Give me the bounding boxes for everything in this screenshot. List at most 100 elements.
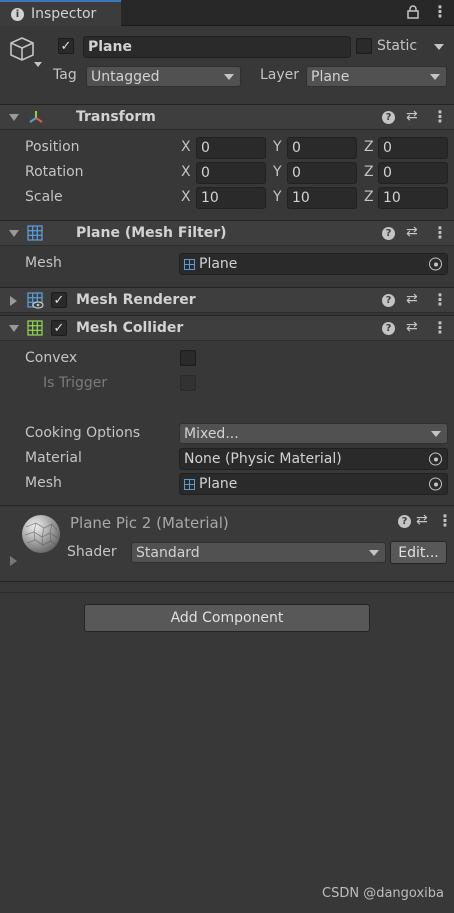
convex-label: Convex — [25, 350, 78, 366]
gameobject-cube-icon[interactable] — [9, 36, 35, 66]
mesh-filter-mesh-label: Mesh — [25, 255, 62, 271]
kebab-menu-icon[interactable]: ⋮ — [432, 4, 448, 20]
check-icon: ✓ — [53, 320, 65, 336]
rotation-y-field[interactable]: 0 — [287, 162, 357, 184]
mesh-renderer-icon — [27, 292, 45, 314]
object-picker-icon[interactable] — [429, 477, 442, 491]
shader-edit-button[interactable]: Edit... — [390, 541, 447, 564]
position-label: Position — [25, 139, 80, 155]
foldout-open-icon[interactable] — [9, 114, 19, 121]
scale-x-axis-label[interactable]: X — [181, 189, 191, 205]
static-label: Static — [377, 38, 418, 54]
tag-dropdown[interactable]: Untagged — [86, 66, 241, 87]
help-icon[interactable]: ? — [382, 111, 395, 124]
lock-icon[interactable] — [407, 5, 419, 22]
rotation-label: Rotation — [25, 164, 84, 180]
tab-inspector[interactable]: i Inspector — [0, 0, 121, 26]
object-picker-icon[interactable] — [429, 452, 442, 466]
check-icon: ✓ — [53, 292, 65, 308]
active-checkbox[interactable]: ✓ — [58, 38, 74, 54]
rotation-x-axis-label[interactable]: X — [181, 164, 191, 180]
mesh-collider-enabled-checkbox[interactable]: ✓ — [51, 320, 67, 336]
mesh-icon — [184, 258, 195, 270]
tag-label: Tag — [53, 67, 77, 83]
presets-icon[interactable]: ⇄ — [406, 319, 418, 335]
shader-value: Standard — [136, 544, 200, 561]
object-picker-icon[interactable] — [429, 257, 442, 271]
mesh-filter-header[interactable]: Plane (Mesh Filter) ? ⇄ ⋮ — [0, 220, 454, 246]
foldout-open-icon[interactable] — [9, 325, 19, 332]
static-checkbox[interactable] — [356, 38, 372, 54]
component-menu-icon[interactable]: ⋮ — [432, 320, 448, 336]
mesh-collider-header[interactable]: ✓ Mesh Collider ? ⇄ ⋮ — [0, 315, 454, 341]
chevron-down-icon — [430, 73, 440, 80]
layer-label: Layer — [260, 67, 300, 83]
presets-icon[interactable]: ⇄ — [406, 108, 418, 124]
position-y-axis-label[interactable]: Y — [273, 139, 282, 155]
transform-axes-icon — [27, 109, 45, 129]
position-y-field[interactable]: 0 — [287, 137, 357, 159]
mesh-collider-mesh-label: Mesh — [25, 475, 62, 491]
transform-header[interactable]: Transform ? ⇄ ⋮ — [0, 104, 454, 130]
shader-label: Shader — [67, 544, 117, 560]
mesh-renderer-header[interactable]: ✓ Mesh Renderer ? ⇄ ⋮ — [0, 287, 454, 313]
icon-dropdown-arrow[interactable] — [34, 62, 42, 67]
material-title: Plane Pic 2 (Material) — [70, 514, 229, 532]
object-name-field[interactable]: Plane — [83, 36, 351, 58]
scale-label: Scale — [25, 189, 63, 205]
object-name-text: Plane — [88, 39, 132, 55]
scale-y-axis-label[interactable]: Y — [273, 189, 282, 205]
component-menu-icon[interactable]: ⋮ — [432, 109, 448, 125]
help-icon[interactable]: ? — [382, 322, 395, 335]
convex-checkbox[interactable] — [180, 350, 196, 366]
add-component-button[interactable]: Add Component — [84, 604, 370, 632]
transform-title: Transform — [76, 109, 156, 125]
rotation-z-field[interactable]: 0 — [378, 162, 448, 184]
foldout-closed-icon[interactable] — [10, 556, 17, 566]
scale-z-axis-label[interactable]: Z — [364, 189, 374, 205]
mesh-icon — [184, 478, 195, 490]
material-sphere-icon[interactable] — [22, 515, 60, 553]
tab-inspector-label: Inspector — [31, 6, 97, 22]
position-z-field[interactable]: 0 — [378, 137, 448, 159]
presets-icon[interactable]: ⇄ — [416, 512, 428, 528]
chevron-down-icon — [369, 549, 379, 556]
mesh-renderer-enabled-checkbox[interactable]: ✓ — [51, 292, 67, 308]
scale-x-field[interactable]: 10 — [196, 187, 266, 209]
component-menu-icon[interactable]: ⋮ — [437, 513, 453, 529]
mesh-filter-icon — [27, 225, 43, 245]
shader-dropdown[interactable]: Standard — [131, 542, 386, 563]
mesh-collider-icon — [27, 320, 43, 340]
cooking-options-value: Mixed... — [184, 425, 239, 442]
mesh-collider-title: Mesh Collider — [76, 320, 184, 336]
position-z-axis-label[interactable]: Z — [364, 139, 374, 155]
layer-dropdown[interactable]: Plane — [306, 66, 447, 87]
mesh-collider-mesh-field[interactable]: Plane — [179, 473, 448, 495]
tab-bar: i Inspector ⋮ — [0, 0, 454, 26]
component-menu-icon[interactable]: ⋮ — [432, 225, 448, 241]
cooking-options-label: Cooking Options — [25, 425, 141, 441]
static-dropdown-arrow[interactable] — [434, 44, 444, 50]
help-icon[interactable]: ? — [382, 227, 395, 240]
help-icon[interactable]: ? — [382, 294, 395, 307]
divider — [0, 581, 454, 582]
position-x-field[interactable]: 0 — [196, 137, 266, 159]
chevron-down-icon — [224, 73, 234, 80]
foldout-open-icon[interactable] — [9, 230, 19, 237]
rotation-y-axis-label[interactable]: Y — [273, 164, 282, 180]
physic-material-field[interactable]: None (Physic Material) — [179, 448, 448, 470]
scale-y-field[interactable]: 10 — [287, 187, 357, 209]
presets-icon[interactable]: ⇄ — [406, 291, 418, 307]
presets-icon[interactable]: ⇄ — [406, 224, 418, 240]
cooking-options-dropdown[interactable]: Mixed... — [179, 423, 448, 444]
component-menu-icon[interactable]: ⋮ — [432, 292, 448, 308]
mesh-filter-mesh-field[interactable]: Plane — [179, 253, 448, 275]
position-x-axis-label[interactable]: X — [181, 139, 191, 155]
foldout-closed-icon[interactable] — [10, 296, 17, 306]
help-icon[interactable]: ? — [398, 515, 411, 528]
scale-z-field[interactable]: 10 — [378, 187, 448, 209]
rotation-x-field[interactable]: 0 — [196, 162, 266, 184]
physic-material-value: None (Physic Material) — [184, 451, 342, 467]
mesh-renderer-title: Mesh Renderer — [76, 292, 196, 308]
rotation-z-axis-label[interactable]: Z — [364, 164, 374, 180]
